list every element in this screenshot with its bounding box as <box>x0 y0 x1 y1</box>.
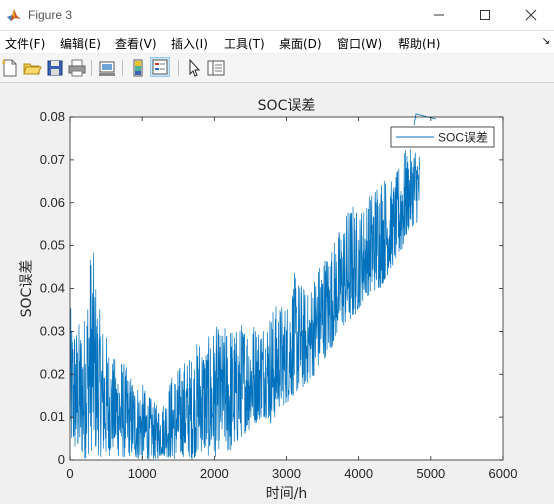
figure-toolbar <box>0 54 554 83</box>
y-tick-label: 0.06 <box>40 195 65 210</box>
maximize-icon <box>480 10 490 20</box>
colorbar-icon <box>133 59 143 77</box>
menu-help[interactable]: 帮助(H) <box>398 35 440 52</box>
legend-icon <box>152 59 168 75</box>
print-button[interactable] <box>67 58 87 78</box>
minimize-icon <box>434 14 444 16</box>
figure-canvas[interactable]: 0 1000 2000 3000 4000 5000 6000 0 0.01 0.02 0.03 0… <box>0 83 554 504</box>
x-axis-title: 时间/h <box>266 486 308 502</box>
chart-title: SOC误差 <box>258 98 316 114</box>
menu-tools[interactable]: 工具(T) <box>224 35 265 52</box>
chevron-icon[interactable]: ↘ <box>542 36 550 47</box>
x-tick-label: 3000 <box>272 466 301 481</box>
toolbar-separator <box>122 60 123 76</box>
y-tick-label: 0.03 <box>40 323 65 338</box>
save-button[interactable] <box>45 58 65 78</box>
open-icon <box>23 63 42 75</box>
new-figure-button[interactable] <box>0 58 20 78</box>
y-tick-label: 0.08 <box>40 109 65 124</box>
toolbar-separator <box>178 60 179 76</box>
x-tick-label: 5000 <box>416 466 445 481</box>
menu-desktop[interactable]: 桌面(D) <box>279 35 322 52</box>
x-tick-label: 0 <box>66 466 73 481</box>
y-tick-label: 0 <box>58 452 65 467</box>
y-tick-label: 0.04 <box>40 281 65 296</box>
close-button[interactable] <box>508 0 554 30</box>
maximize-button[interactable] <box>462 0 508 30</box>
print-icon <box>68 59 86 77</box>
open-button[interactable] <box>22 58 42 78</box>
matlab-icon <box>7 9 21 21</box>
y-axis-title: SOC误差 <box>19 260 35 318</box>
menu-edit[interactable]: 编辑(E) <box>60 35 101 52</box>
x-tick-label: 4000 <box>344 466 373 481</box>
y-tick-label: 0.07 <box>40 152 65 167</box>
pointer-button[interactable] <box>184 58 204 78</box>
legend[interactable]: SOC误差 <box>390 126 495 148</box>
menu-window[interactable]: 窗口(W) <box>337 35 382 52</box>
menu-insert[interactable]: 插入(I) <box>171 35 208 52</box>
x-tick-label: 1000 <box>128 466 157 481</box>
window-titlebar: Figure 3 <box>0 0 554 31</box>
plot-svg: 0 1000 2000 3000 4000 5000 6000 0 0.01 0.02 0.03 0… <box>19 98 518 502</box>
y-tick-label: 0.02 <box>40 366 65 381</box>
property-inspector-icon <box>207 60 225 76</box>
legend-button[interactable] <box>150 57 170 77</box>
menu-view[interactable]: 查看(V) <box>115 35 157 52</box>
menu-file[interactable]: 文件(F) <box>5 35 45 52</box>
menu-bar: 文件(F) 编辑(E) 查看(V) 插入(I) 工具(T) 桌面(D) 窗口(W… <box>0 31 554 53</box>
new-figure-icon <box>2 59 17 77</box>
colorbar-button[interactable] <box>128 58 148 78</box>
y-tick-label: 0.01 <box>40 409 65 424</box>
x-tick-label: 6000 <box>489 466 518 481</box>
legend-label: SOC误差 <box>438 131 488 145</box>
y-tick-label: 0.05 <box>40 238 65 253</box>
link-plot-button[interactable] <box>97 58 117 78</box>
close-icon <box>525 9 537 21</box>
property-inspector-button[interactable] <box>206 58 226 78</box>
x-tick-label: 2000 <box>200 466 229 481</box>
link-plot-icon <box>99 61 115 76</box>
window-title: Figure 3 <box>28 8 73 22</box>
toolbar-separator <box>91 60 92 76</box>
pointer-icon <box>189 58 201 77</box>
minimize-button[interactable] <box>416 0 462 30</box>
save-icon <box>47 60 63 76</box>
